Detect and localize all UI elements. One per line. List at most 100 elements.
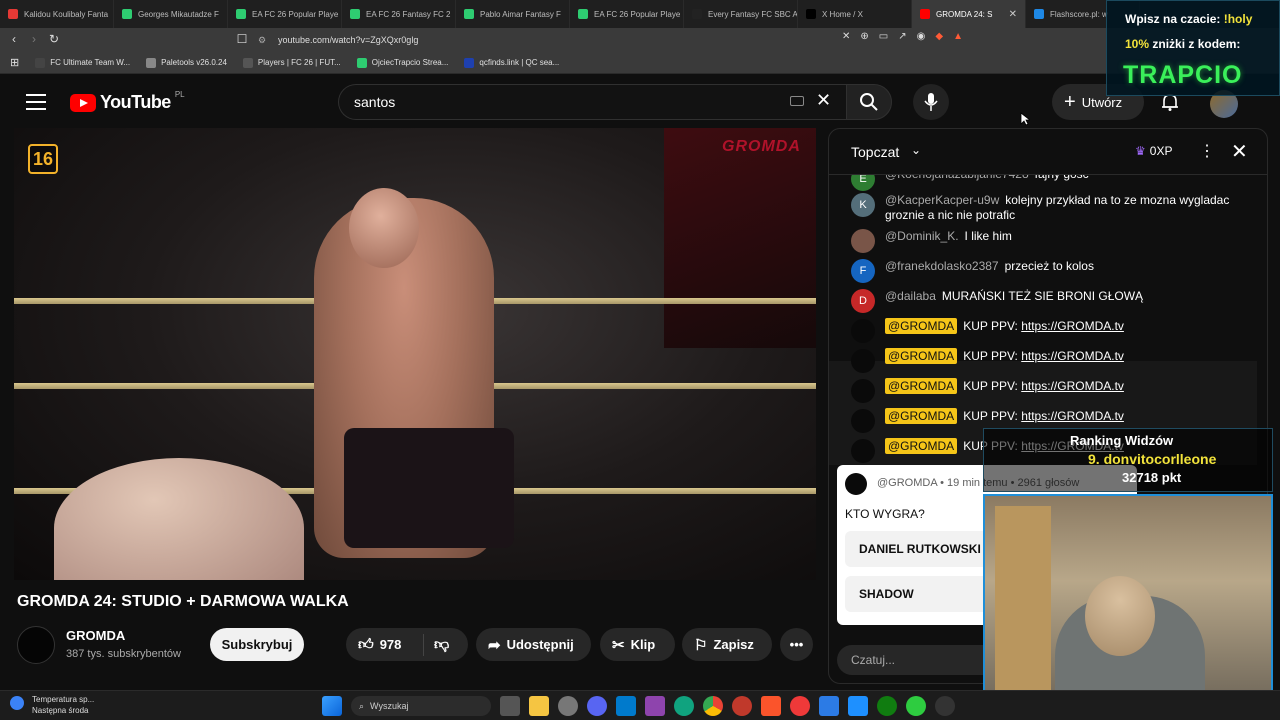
cast-icon[interactable]: ▭ xyxy=(879,31,888,42)
bookmark-page-icon[interactable]: ☐ xyxy=(232,32,252,46)
chat-author[interactable]: @GROMDA xyxy=(885,318,958,334)
vivaldi-icon[interactable] xyxy=(790,696,810,716)
browser-tab[interactable]: GROMDA 24: S ✕ xyxy=(912,0,1026,28)
bookmark-item[interactable]: Paletools v26.0.24 xyxy=(138,57,235,68)
mute-icon[interactable]: ✕ xyxy=(842,31,850,42)
search-button[interactable] xyxy=(846,84,892,120)
keyboard-icon[interactable] xyxy=(790,96,804,106)
search-input[interactable]: santos xyxy=(338,84,846,120)
tab-close-icon[interactable]: ✕ xyxy=(1009,9,1017,20)
chrome-icon[interactable] xyxy=(703,696,723,716)
photos-icon[interactable] xyxy=(819,696,839,716)
chat-author[interactable]: @GROMDA xyxy=(885,408,958,424)
bookmark-item[interactable]: qcfinds.link | QC sea... xyxy=(456,57,567,68)
task-view-icon[interactable] xyxy=(500,696,520,716)
bookmark-item[interactable]: FC Ultimate Team W... xyxy=(27,57,138,68)
brave-icon[interactable] xyxy=(761,696,781,716)
chat-author-avatar[interactable]: F xyxy=(851,259,875,283)
video-background-red xyxy=(664,128,816,348)
apps-icon[interactable]: ⊞ xyxy=(0,56,27,69)
rewards-icon[interactable]: ▲ xyxy=(953,31,963,42)
browser-tab[interactable]: Every Fantasy FC SBC A xyxy=(684,0,798,28)
chat-author-avatar[interactable]: K xyxy=(851,193,875,217)
edge-icon[interactable] xyxy=(674,696,694,716)
chat-author[interactable]: @GROMDA xyxy=(885,348,958,364)
chat-link[interactable]: https://GROMDA.tv xyxy=(1021,319,1124,333)
chat-mode-selector[interactable]: Topczat xyxy=(851,144,899,160)
chat-author[interactable]: @KacperKacper-u9w xyxy=(885,193,999,207)
chat-more-icon[interactable]: ⋮ xyxy=(1199,141,1215,161)
chat-author-avatar[interactable]: D xyxy=(851,289,875,313)
mic-icon[interactable]: ◉ xyxy=(917,31,926,42)
browser-tab[interactable]: EA FC 26 Popular Playe xyxy=(570,0,684,28)
chat-text: przecież to kolos xyxy=(1004,259,1094,273)
forward-icon[interactable]: › xyxy=(24,32,44,46)
taskbar-search[interactable]: ⌕ Wyszukaj xyxy=(351,696,491,716)
xp-value: 0XP xyxy=(1149,144,1173,158)
chat-author[interactable]: @GROMDA xyxy=(885,378,958,394)
share-icon[interactable]: ↗ xyxy=(898,31,906,42)
xbox-icon[interactable] xyxy=(877,696,897,716)
chat-author[interactable]: @GROMDA xyxy=(885,438,958,454)
menu-icon[interactable] xyxy=(26,94,46,110)
windows-start-icon[interactable] xyxy=(322,696,342,716)
mascot-icon[interactable] xyxy=(906,696,926,716)
youtube-logo-text: YouTube xyxy=(100,92,171,112)
bookmark-item[interactable]: OjciecTrapcio Strea... xyxy=(349,57,457,68)
chat-author-avatar[interactable] xyxy=(851,409,875,433)
chat-link[interactable]: https://GROMDA.tv xyxy=(1021,379,1124,393)
voice-search-button[interactable] xyxy=(913,84,949,120)
chat-author-avatar[interactable]: E xyxy=(851,175,875,191)
like-button[interactable]: 👍︎ 978 xyxy=(346,633,424,656)
weather-widget[interactable]: Temperatura sp... Następna środa xyxy=(10,694,94,716)
reload-icon[interactable]: ↻ xyxy=(44,32,64,46)
clear-search-icon[interactable]: ✕ xyxy=(816,90,831,111)
more-actions-button[interactable]: ••• xyxy=(780,628,813,661)
browser-tab[interactable]: Pablo Aimar Fantasy F xyxy=(456,0,570,28)
chat-author-avatar[interactable] xyxy=(851,379,875,403)
back-icon[interactable]: ‹ xyxy=(4,32,24,46)
chat-author-avatar[interactable] xyxy=(851,349,875,373)
zoom-icon[interactable]: ⊕ xyxy=(860,31,868,42)
xp-badge[interactable]: ♛ 0XP xyxy=(1135,144,1172,158)
channel-avatar[interactable] xyxy=(17,626,55,664)
browser-tab[interactable]: X Home / X xyxy=(798,0,912,28)
chat-link[interactable]: https://GROMDA.tv xyxy=(1021,349,1124,363)
obs-icon[interactable] xyxy=(935,696,955,716)
browser-tab[interactable]: EA FC 26 Popular Playe xyxy=(228,0,342,28)
channel-name[interactable]: GROMDA xyxy=(66,628,125,643)
chevron-down-icon[interactable]: ⌄ xyxy=(911,143,921,157)
chat-author-avatar[interactable] xyxy=(851,229,875,253)
app-icon[interactable] xyxy=(848,696,868,716)
site-info-icon[interactable]: ⚙ xyxy=(258,35,268,45)
chat-author-avatar[interactable] xyxy=(851,439,875,463)
discord-icon[interactable] xyxy=(587,696,607,716)
chat-author[interactable]: @dailaba xyxy=(885,289,936,303)
chat-author[interactable]: @Dominik_K. xyxy=(885,229,959,243)
share-button[interactable]: ➦ Udostępnij xyxy=(476,628,591,661)
save-button[interactable]: ⚐ Zapisz xyxy=(682,628,772,661)
search-value: santos xyxy=(354,94,396,110)
opera-icon[interactable] xyxy=(732,696,752,716)
brave-shield-icon[interactable]: ◆ xyxy=(935,31,943,42)
clip-button[interactable]: ✂ Klip xyxy=(600,628,675,661)
chat-author[interactable]: @Koenojanazabijanie7428 xyxy=(885,175,1029,181)
settings-icon[interactable] xyxy=(558,696,578,716)
chat-message-body: @GROMDA KUP PPV: https://GROMDA.tv xyxy=(885,378,1124,394)
browser-tab[interactable]: Georges Mikautadze F xyxy=(114,0,228,28)
browser-tab[interactable]: EA FC 26 Fantasy FC 2 xyxy=(342,0,456,28)
video-player[interactable]: 16 GROMDA xyxy=(14,128,816,580)
bookmark-item[interactable]: Players | FC 26 | FUT... xyxy=(235,57,349,68)
browser-tab[interactable]: Kalidou Koulibaly Fanta xyxy=(0,0,114,28)
dislike-button[interactable]: 👎︎ xyxy=(424,636,449,654)
subscribe-button[interactable]: Subskrybuj xyxy=(210,628,304,661)
file-explorer-icon[interactable] xyxy=(529,696,549,716)
visual-studio-icon[interactable] xyxy=(645,696,665,716)
chat-link[interactable]: https://GROMDA.tv xyxy=(1021,409,1124,423)
chat-close-icon[interactable]: ✕ xyxy=(1231,139,1248,164)
bookmark-favicon-icon xyxy=(35,57,46,68)
youtube-logo[interactable]: YouTube PL xyxy=(70,90,185,113)
vscode-icon[interactable] xyxy=(616,696,636,716)
chat-author[interactable]: @franekdolasko2387 xyxy=(885,259,999,273)
chat-author-avatar[interactable] xyxy=(851,319,875,343)
